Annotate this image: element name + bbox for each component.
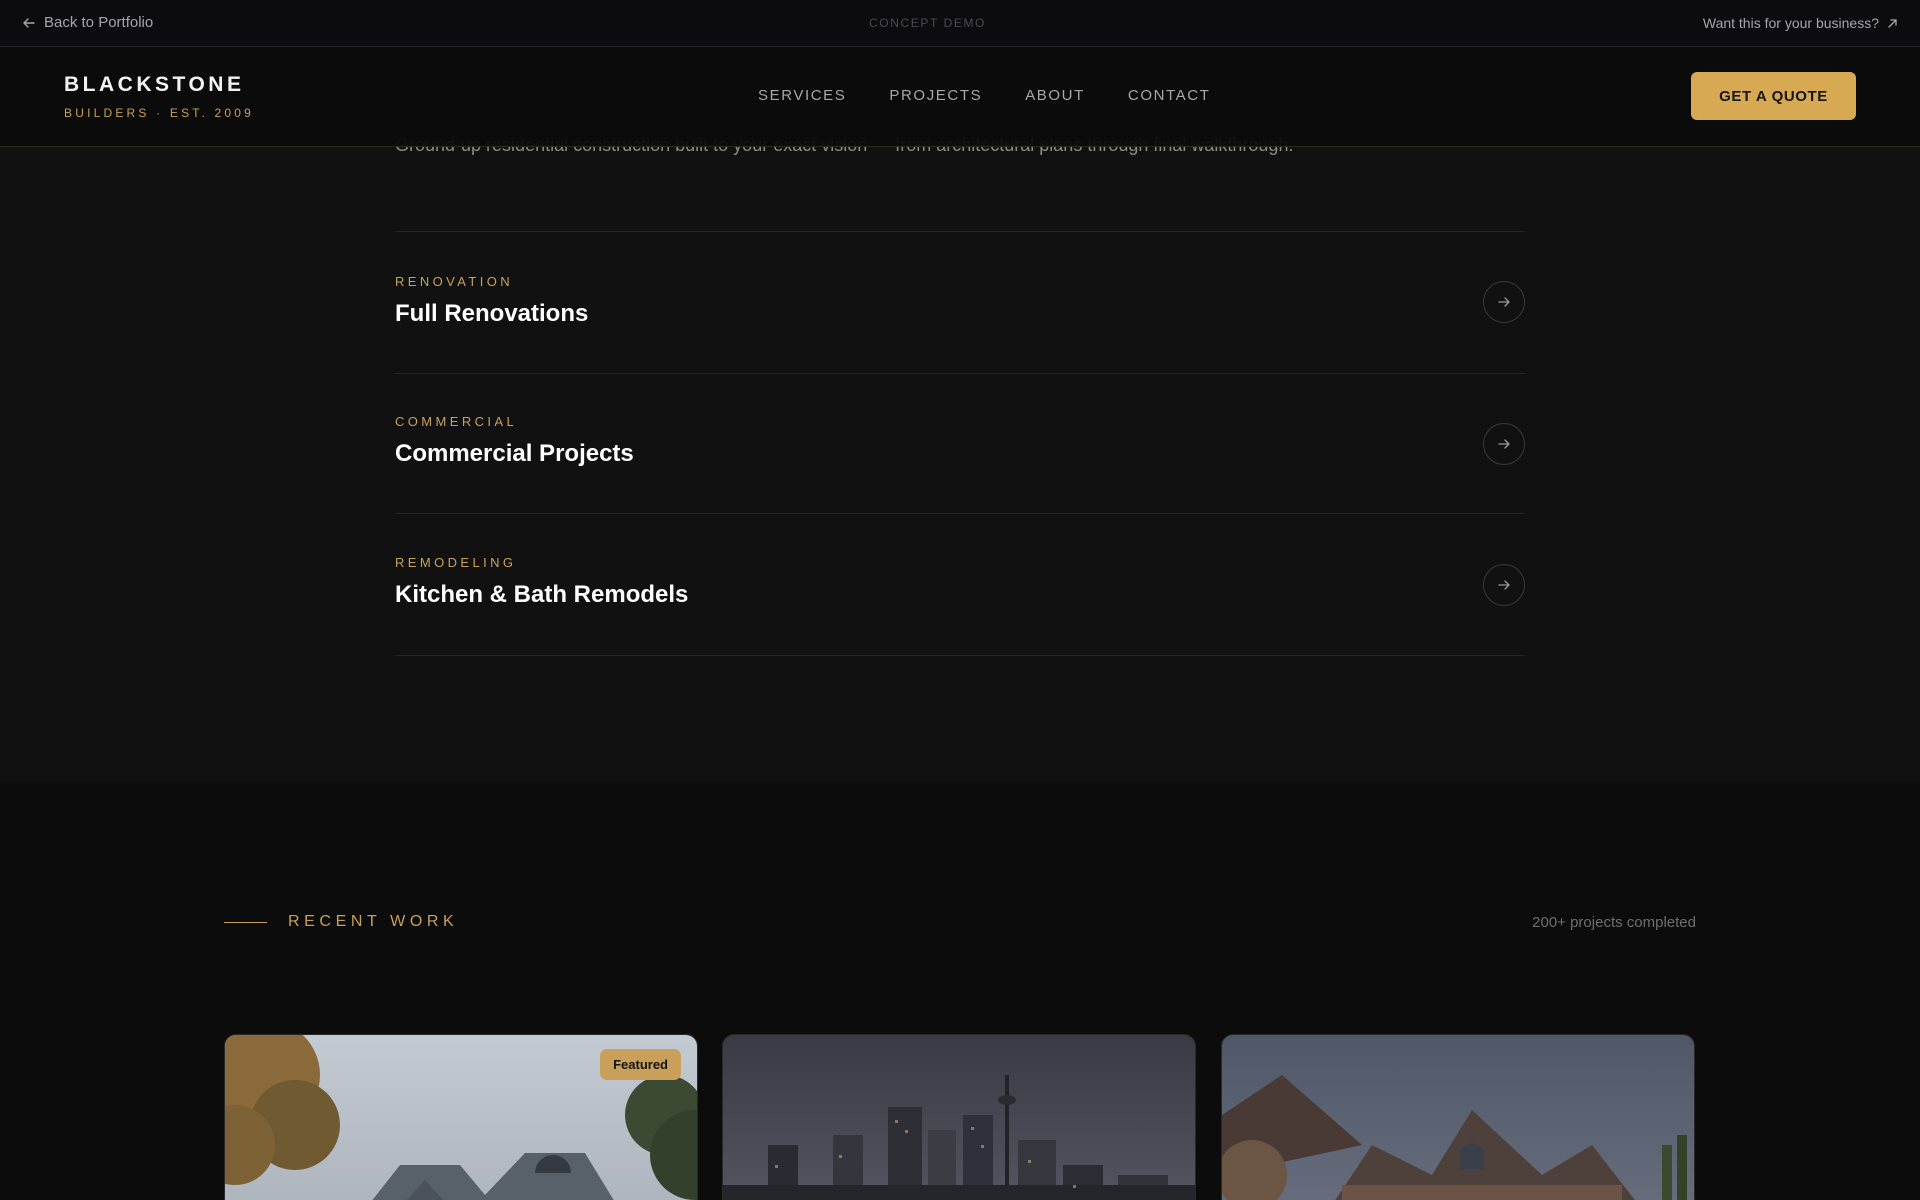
featured-badge: Featured	[600, 1049, 681, 1080]
main-nav: SERVICES PROJECTS ABOUT CONTACT	[758, 87, 1210, 104]
nav-contact[interactable]: CONTACT	[1128, 87, 1211, 104]
external-arrow-icon	[1888, 18, 1897, 28]
nav-services[interactable]: SERVICES	[758, 87, 846, 104]
brand-logo[interactable]: BLACKSTONE BUILDERS · EST. 2009	[64, 73, 254, 120]
brand-tagline: BUILDERS · EST. 2009	[64, 106, 255, 120]
section-accent-line	[224, 922, 267, 923]
project-photo-brick-house	[1222, 1035, 1694, 1200]
nav-about[interactable]: ABOUT	[1025, 87, 1085, 104]
arrow-right-icon[interactable]	[1483, 281, 1525, 323]
service-row-commercial[interactable]: COMMERCIAL Commercial Projects	[395, 374, 1525, 514]
nav-projects[interactable]: PROJECTS	[889, 87, 982, 104]
concept-demo-label: CONCEPT DEMO	[869, 16, 986, 30]
service-title: Commercial Projects	[395, 440, 634, 467]
service-title: Full Renovations	[395, 300, 589, 327]
service-category: REMODELING	[395, 555, 517, 570]
get-a-quote-button[interactable]: GET A QUOTE	[1691, 72, 1856, 120]
site-header: BLACKSTONE BUILDERS · EST. 2009 SERVICES…	[0, 47, 1920, 147]
service-category: RENOVATION	[395, 274, 514, 289]
want-this-label: Want this for your business?	[1702, 15, 1879, 31]
service-category: COMMERCIAL	[395, 414, 518, 429]
projects-count: 200+ projects completed	[1532, 914, 1696, 931]
project-photo-city-skyline	[723, 1035, 1195, 1200]
project-card-city[interactable]	[722, 1034, 1196, 1200]
service-row-remodeling[interactable]: REMODELING Kitchen & Bath Remodels	[395, 514, 1525, 654]
service-title: Kitchen & Bath Remodels	[395, 581, 689, 608]
demo-top-bar: Back to Portfolio CONCEPT DEMO Want this…	[0, 0, 1920, 47]
arrow-right-icon[interactable]	[1483, 564, 1525, 606]
brand-name: BLACKSTONE	[64, 73, 245, 96]
recent-work-section: RECENT WORK 200+ projects completed Feat…	[0, 783, 1920, 1200]
project-card-residence[interactable]	[1221, 1034, 1695, 1200]
want-this-link[interactable]: Want this for your business?	[1703, 15, 1898, 31]
arrow-right-icon[interactable]	[1483, 423, 1525, 465]
service-row-renovation[interactable]: RENOVATION Full Renovations	[395, 232, 1525, 372]
project-card-house[interactable]: Featured	[224, 1034, 698, 1200]
recent-work-label: RECENT WORK	[288, 913, 459, 930]
divider	[395, 655, 1525, 656]
